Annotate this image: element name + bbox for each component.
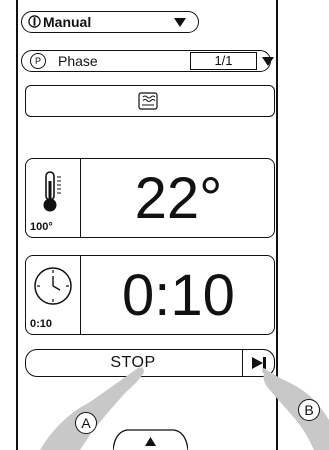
steam-button[interactable] — [25, 85, 275, 117]
time-box[interactable]: 0:10 0:10 — [25, 255, 275, 335]
temperature-side: 100° — [26, 159, 81, 237]
phase-value[interactable]: 1/1 — [190, 52, 257, 70]
clock-icon — [34, 267, 72, 305]
steam-tray-icon — [138, 92, 158, 110]
phase-chevron-down-icon[interactable] — [262, 57, 274, 66]
phase-icon: P — [30, 53, 46, 69]
mode-dial-icon — [28, 15, 41, 28]
thermometer-icon — [43, 171, 61, 212]
hand-illustration-a — [40, 367, 144, 450]
phase-label: Phase — [58, 53, 98, 69]
temperature-setpoint: 100° — [30, 221, 53, 233]
temperature-box[interactable]: 100° 22° — [25, 158, 275, 238]
callout-b: B — [298, 399, 320, 421]
mode-dropdown[interactable]: Manual — [21, 11, 199, 33]
callout-a: A — [75, 412, 97, 434]
panel-left-edge — [16, 0, 18, 450]
time-side: 0:10 — [26, 256, 81, 334]
temperature-value: 22° — [134, 166, 223, 231]
time-value: 0:10 — [122, 263, 235, 328]
chevron-down-icon — [174, 18, 186, 27]
time-setpoint: 0:10 — [30, 318, 53, 330]
mode-label: Manual — [43, 14, 92, 30]
